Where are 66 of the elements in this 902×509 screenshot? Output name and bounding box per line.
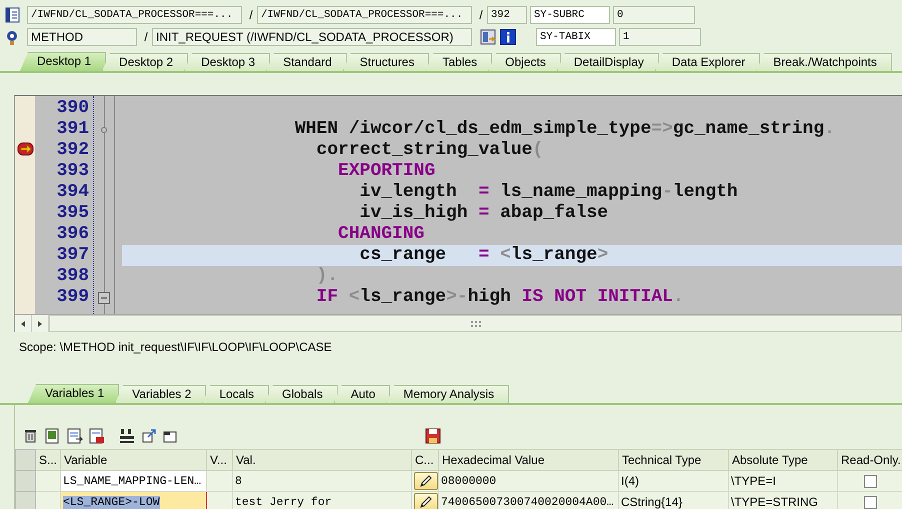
code-line: CHANGING [337,224,426,245]
line-number: 396 [56,224,90,245]
column-header[interactable]: Variable [60,450,206,470]
code-line: WHEN /iwcor/cl_ds_edm_simple_type=>gc_name_string. [294,119,836,140]
table-cell: 740065007300740020004A00… [438,492,618,509]
output-field: 0 [613,6,695,24]
line-number: 395 [56,203,90,224]
tab[interactable]: Globals [265,385,338,403]
table-cell: 8 [232,470,412,492]
code-line: iv_is_high = abap_false [358,203,610,224]
output-field: METHOD [27,28,137,46]
variable-field[interactable]: LS_NAME_MAPPING-LEN… [60,470,206,492]
output-field: 392 [487,6,527,24]
system-field-name: SY-TABIX [536,28,616,46]
tab[interactable]: Auto [334,385,390,403]
line-number: 399 [56,287,90,308]
system-field-name: SY-SUBRC [530,6,610,24]
column-header[interactable]: Val. [232,450,412,470]
column-header[interactable]: C... [412,450,438,470]
tab[interactable]: DetailDisplay [556,53,659,71]
table-cell: CString{14} [618,492,728,509]
table-cell: \TYPE=STRING [728,492,838,509]
tab[interactable]: Standard [266,53,347,71]
line-number: 397 [56,245,90,266]
table-cell: test Jerry for [232,492,412,509]
code-line: correct_string_value( [315,140,544,161]
code-line: IF <ls_range>-high IS NOT INITIAL. [315,287,685,308]
separator-slash: / [248,8,254,22]
line-number: 392 [56,140,90,161]
line-number: 393 [56,161,90,182]
separator-slash: / [143,30,149,44]
tab[interactable]: Structures [342,53,430,71]
table-cell: \TYPE=I [728,470,838,492]
output-field: 1 [619,28,701,46]
tab[interactable]: Variables 1 [28,384,120,403]
line-number: 391 [56,119,90,140]
separator-slash: / [478,8,484,22]
tab[interactable]: Variables 2 [115,385,206,403]
output-field: /IWFND/CL_SODATA_PROCESSOR===... [257,6,472,24]
column-header[interactable]: V... [206,450,232,470]
output-field: /IWFND/CL_SODATA_PROCESSOR===... [27,6,242,24]
table-cell: 08000000 [438,470,618,492]
variable-field[interactable]: <LS_RANGE>-LOW [60,492,206,509]
tab[interactable]: Desktop 3 [184,53,270,71]
tab[interactable]: Desktop 1 [20,52,106,71]
table-cell: I(4) [618,470,728,492]
code-line: EXPORTING [337,161,436,182]
tab[interactable]: Break./Watchpoints [756,53,892,71]
code-line: ). [315,266,340,287]
tab[interactable]: Data Explorer [654,53,760,71]
column-header[interactable]: Technical Type [618,450,728,470]
line-number: 390 [56,98,90,119]
column-header[interactable]: Absolute Type [728,450,838,470]
output-field: INIT_REQUEST (/IWFND/CL_SODATA_PROCESSOR) [152,28,472,46]
tab[interactable]: Desktop 2 [102,53,188,71]
line-number: 394 [56,182,90,203]
code-line: iv_length = ls_name_mapping-length [358,182,739,203]
tab[interactable]: Objects [488,53,561,71]
column-header[interactable]: S... [36,450,60,470]
tab[interactable]: Tables [425,53,492,71]
scope-path: Scope: \METHOD init_request\IF\IF\LOOP\IF\LOOP\CASE [19,340,332,354]
column-header[interactable]: Read-Only. [838,450,902,470]
tab[interactable]: Locals [202,385,269,403]
tab[interactable]: Memory Analysis [386,385,510,403]
column-header[interactable]: Hexadecimal Value [438,450,618,470]
line-number: 398 [56,266,90,287]
